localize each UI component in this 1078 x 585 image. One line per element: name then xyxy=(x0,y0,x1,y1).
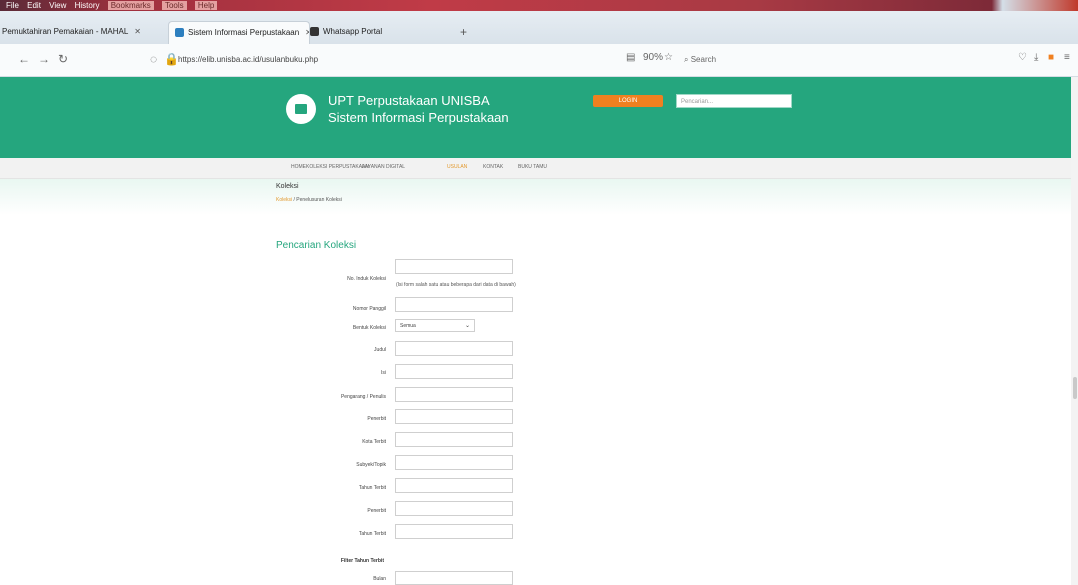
site-title-line1: UPT Perpustakaan UNISBA xyxy=(328,93,490,108)
nomor-panggil-input[interactable] xyxy=(395,297,513,312)
tab-sistem-informasi[interactable]: Sistem Informasi Perpustakaan✕ xyxy=(168,21,310,44)
tab-label: Sistem Informasi Perpustakaan xyxy=(188,28,300,37)
library-logo-icon[interactable] xyxy=(286,94,316,124)
field-label: Kota Terbit xyxy=(362,439,386,445)
browser-navbar: ← → ↻ ◌ 🔒 https://elib.unisba.ac.id/usul… xyxy=(0,44,1078,77)
shield-icon[interactable]: ◌ xyxy=(150,52,157,66)
nav-koleksi[interactable]: KOLEKSI PERPUSTAKAAN xyxy=(306,164,369,170)
penerbit-input[interactable] xyxy=(395,409,513,424)
pocket-icon[interactable]: ♡ xyxy=(1018,52,1027,63)
field-label: Penerbit xyxy=(367,416,386,422)
breadcrumb-current: Penelusuran Koleksi xyxy=(296,197,342,203)
bulan-input[interactable] xyxy=(395,571,513,585)
page-heading-band xyxy=(0,179,1071,215)
penerbit-2-input[interactable] xyxy=(395,501,513,516)
tahun-terbit-input[interactable] xyxy=(395,478,513,493)
bookmark-star-icon[interactable]: ☆ xyxy=(664,52,673,63)
nav-home[interactable]: HOME xyxy=(291,164,306,170)
browser-menubar: File Edit View History Bookmarks Tools H… xyxy=(0,0,1078,11)
site-title[interactable]: UPT Perpustakaan UNISBA Sistem Informasi… xyxy=(328,92,509,126)
field-label: Isi xyxy=(381,370,386,376)
tab-label: Whatsapp Portal xyxy=(323,27,383,36)
zoom-level[interactable]: 90% xyxy=(643,52,663,63)
tahun-terbit-2-input[interactable] xyxy=(395,524,513,539)
field-label: Tahun Terbit xyxy=(358,485,386,491)
no-induk-input[interactable] xyxy=(395,259,513,274)
field-label: Penerbit xyxy=(367,508,386,514)
lock-icon[interactable]: 🔒 xyxy=(164,52,179,66)
browser-tabbar: Pemuktahiran Pemakaian - MAHAL ✕ Sistem I… xyxy=(0,11,1078,45)
kota-terbit-input[interactable] xyxy=(395,432,513,447)
chevron-down-icon: ⌄ xyxy=(464,323,470,329)
site-nav: HOME KOLEKSI PERPUSTAKAAN LAYANAN DIGITA… xyxy=(0,158,1071,179)
scrollbar-thumb[interactable] xyxy=(1073,377,1077,399)
site-search-input[interactable]: Pencarian... xyxy=(676,94,792,108)
field-label: Subyek/Topik xyxy=(356,462,386,468)
judul-input[interactable] xyxy=(395,341,513,356)
search-icon: ⌕ xyxy=(684,55,691,64)
hamburger-menu-icon[interactable]: ≡ xyxy=(1064,52,1070,63)
nav-kontak[interactable]: KONTAK xyxy=(483,164,503,170)
breadcrumb: Koleksi / Penelusuran Koleksi xyxy=(276,197,342,203)
subyek-input[interactable] xyxy=(395,455,513,470)
select-value: Semua xyxy=(400,323,416,329)
nav-layanan[interactable]: LAYANAN DIGITAL xyxy=(362,164,405,170)
field-label: Bentuk Koleksi xyxy=(352,325,386,331)
menu-view[interactable]: View xyxy=(49,1,66,10)
section-heading: Filter Tahun Terbit xyxy=(340,558,384,564)
form-title: Pencarian Koleksi xyxy=(276,240,357,251)
reload-icon[interactable]: ↻ xyxy=(58,52,68,66)
site-header: UPT Perpustakaan UNISBA Sistem Informasi… xyxy=(0,77,1071,158)
url-text: https://elib.unisba.ac.id/usulanbuku.php xyxy=(178,55,319,64)
tab-whatsapp[interactable]: Whatsapp Portal xyxy=(310,21,400,43)
forward-icon[interactable]: → xyxy=(38,52,50,66)
menu-help[interactable]: Help xyxy=(194,1,218,10)
page-icon xyxy=(175,28,184,38)
page-icon xyxy=(310,27,319,37)
close-icon[interactable]: ✕ xyxy=(134,27,141,36)
reader-icon[interactable]: ▤ xyxy=(626,52,635,63)
field-label: Bulan xyxy=(373,576,386,582)
menu-bookmarks[interactable]: Bookmarks xyxy=(107,1,154,10)
isi-input[interactable] xyxy=(395,364,513,379)
extension-icon[interactable]: ■ xyxy=(1048,52,1054,63)
bentuk-koleksi-select[interactable]: Semua ⌄ xyxy=(395,319,475,332)
new-tab-icon[interactable]: + xyxy=(460,25,467,39)
pengarang-input[interactable] xyxy=(395,387,513,402)
tab-pemuktahiran[interactable]: Pemuktahiran Pemakaian - MAHAL ✕ xyxy=(2,21,160,43)
login-button[interactable]: LOGIN xyxy=(593,95,663,107)
menu-tools[interactable]: Tools xyxy=(161,1,187,10)
download-icon[interactable]: ⤓ xyxy=(1034,52,1038,63)
menu-file[interactable]: File xyxy=(6,1,19,10)
url-bar[interactable]: https://elib.unisba.ac.id/usulanbuku.php xyxy=(178,51,608,69)
field-label: Judul xyxy=(374,347,386,353)
field-label: No. Induk Koleksi xyxy=(347,276,386,282)
page-title: Koleksi xyxy=(276,183,299,190)
field-label: Pengarang / Penulis xyxy=(340,394,386,400)
menu-edit[interactable]: Edit xyxy=(27,1,41,10)
browser-search-input[interactable]: ⌕ Search xyxy=(684,51,804,69)
search-placeholder: Search xyxy=(690,55,717,64)
back-icon[interactable]: ← xyxy=(18,52,30,66)
form-hint: (Isi form salah satu atau beberapa dari … xyxy=(396,282,516,288)
tab-label: Pemuktahiran Pemakaian - MAHAL xyxy=(2,27,129,36)
nav-usulan[interactable]: USULAN xyxy=(447,164,467,170)
breadcrumb-home[interactable]: Koleksi xyxy=(276,197,292,203)
menu-history[interactable]: History xyxy=(75,1,100,10)
nav-buku-tamu[interactable]: BUKU TAMU xyxy=(518,164,547,170)
field-label: Tahun Terbit xyxy=(358,531,386,537)
field-label: Nomor Panggil xyxy=(352,306,386,312)
page-scrollbar[interactable] xyxy=(1071,77,1078,585)
site-title-line2: Sistem Informasi Perpustakaan xyxy=(328,110,509,125)
